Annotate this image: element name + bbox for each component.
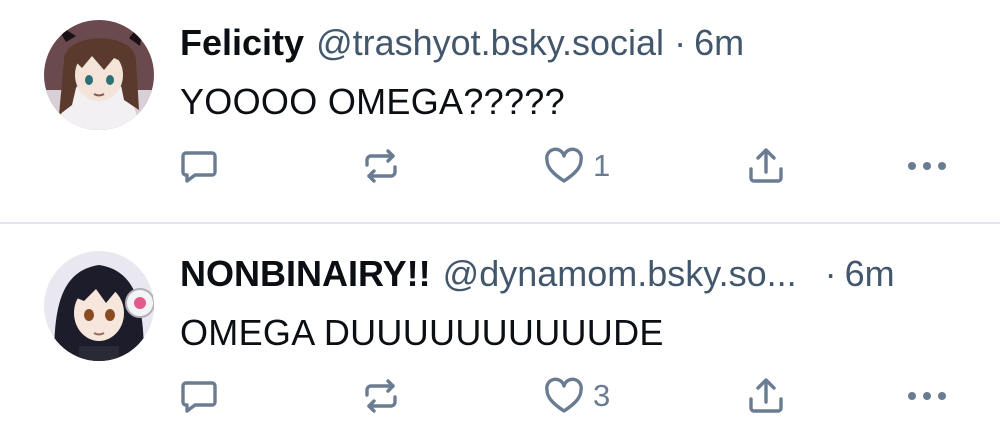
- author-display-name[interactable]: Felicity: [180, 19, 304, 67]
- more-options-button[interactable]: [905, 370, 949, 422]
- author-handle[interactable]: @trashyot.bsky.social: [316, 19, 664, 67]
- post-actions: 3: [0, 370, 1000, 422]
- reply-button[interactable]: [178, 370, 220, 422]
- avatar[interactable]: [44, 251, 154, 361]
- like-button[interactable]: 3: [543, 370, 610, 422]
- repost-icon: [365, 379, 397, 413]
- post-text: OMEGA DUUUUUUUUUUDE: [180, 312, 664, 353]
- author-handle[interactable]: @dynamom.bsky.so...: [443, 250, 797, 298]
- repost-button[interactable]: [360, 140, 402, 192]
- post-feed: Felicity @trashyot.bsky.social · 6m YOOO…: [0, 0, 1000, 444]
- separator-dot: ·: [674, 22, 687, 63]
- heart-icon: [545, 377, 583, 413]
- more-icon: [908, 392, 946, 400]
- more-options-button[interactable]: [905, 140, 949, 192]
- more-icon: [908, 162, 946, 170]
- post-timestamp[interactable]: 6m: [845, 250, 895, 298]
- reply-icon: [181, 151, 217, 183]
- post-timestamp[interactable]: 6m: [694, 19, 744, 67]
- repost-button[interactable]: [360, 370, 402, 422]
- like-count: 3: [593, 378, 611, 413]
- heart-icon: [545, 147, 583, 183]
- post[interactable]: NONBINAIRY!! @dynamom.bsky.so... · 6m OM…: [0, 222, 1000, 446]
- post[interactable]: Felicity @trashyot.bsky.social · 6m YOOO…: [0, 0, 1000, 222]
- share-icon: [749, 148, 783, 183]
- reply-button[interactable]: [178, 140, 220, 192]
- share-icon: [749, 378, 783, 413]
- share-button[interactable]: [745, 370, 787, 422]
- post-text: YOOOO OMEGA?????: [180, 81, 565, 122]
- post-header: NONBINAIRY!! @dynamom.bsky.so... · 6m: [180, 250, 964, 298]
- separator-dot: ·: [824, 253, 837, 294]
- post-actions: 1: [0, 140, 1000, 192]
- author-display-name[interactable]: NONBINAIRY!!: [180, 250, 431, 298]
- post-header: Felicity @trashyot.bsky.social · 6m: [180, 19, 964, 67]
- like-button[interactable]: 1: [543, 140, 610, 192]
- avatar[interactable]: [44, 20, 154, 130]
- like-count: 1: [593, 148, 611, 183]
- share-button[interactable]: [745, 140, 787, 192]
- repost-icon: [365, 149, 397, 183]
- reply-icon: [181, 381, 217, 413]
